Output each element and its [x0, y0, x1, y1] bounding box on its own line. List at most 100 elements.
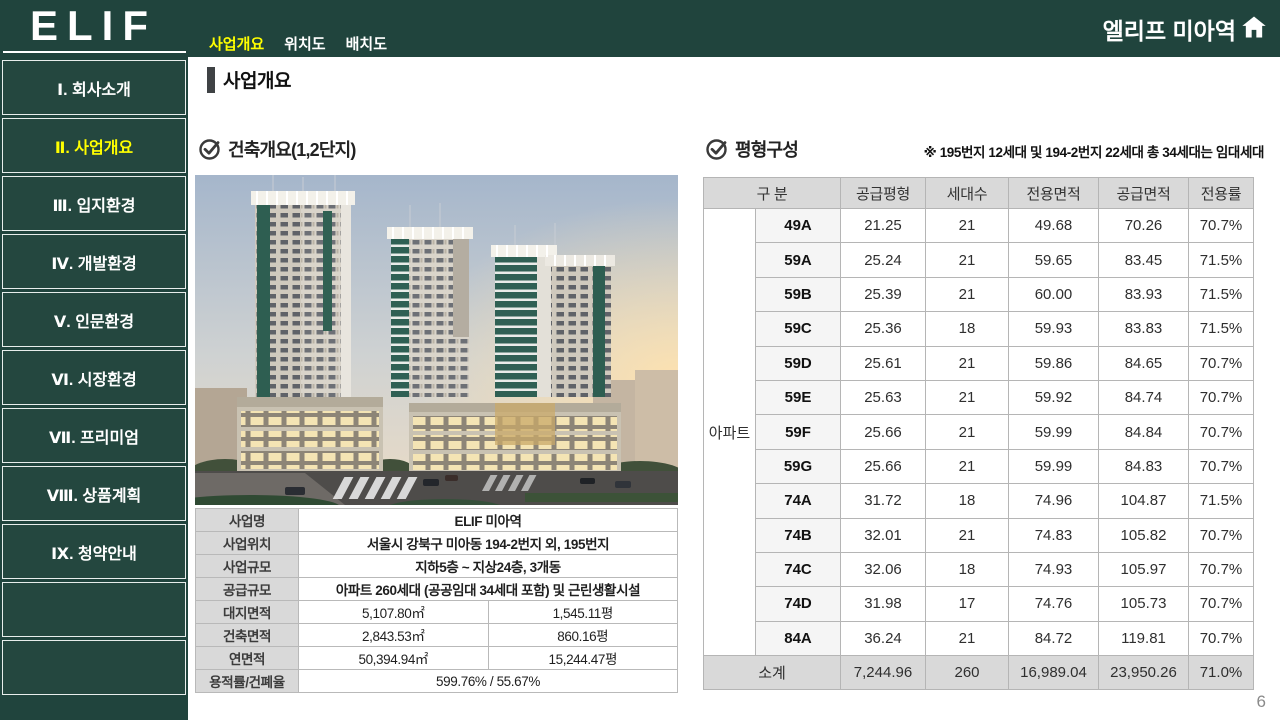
sidebar: Ⅰ. 회사소개Ⅱ. 사업개요Ⅲ. 입지환경Ⅳ. 개발환경Ⅴ. 인문환경Ⅵ. 시장…: [0, 57, 188, 720]
unit-table-row: 84A36.242184.72119.8170.7%: [704, 621, 1254, 655]
heading-bar: [207, 67, 215, 93]
tab-2[interactable]: 위치도: [284, 33, 325, 54]
unit-table-row: 59D25.612159.8684.6570.7%: [704, 346, 1254, 380]
sidebar-item-4[interactable]: Ⅳ. 개발환경: [2, 234, 186, 289]
sidebar-item-3[interactable]: Ⅲ. 입지환경: [2, 176, 186, 231]
building-overview-label: 건축개요(1,2단지): [228, 136, 356, 162]
total-value: 16,989.04: [1009, 656, 1099, 690]
table-header-row: 구 분 공급평형 세대수 전용면적 공급면적 전용률: [704, 178, 1254, 209]
header-bar: ELIF 사업개요 위치도 배치도 엘리프 미아역: [0, 0, 1280, 57]
unit-value-cell: 31.72: [841, 484, 926, 518]
unit-value-cell: 21: [926, 449, 1009, 483]
unit-value-cell: 70.7%: [1189, 380, 1254, 414]
tab-3[interactable]: 배치도: [346, 33, 387, 54]
unit-value-cell: 25.66: [841, 415, 926, 449]
project-info-table: 사업명 ELIF 미아역 사업위치 서울시 강북구 미아동 194-2번지 외,…: [195, 508, 678, 693]
elif-logo: ELIF: [30, 2, 157, 50]
unit-value-cell: 36.24: [841, 621, 926, 655]
unit-type-cell: 59G: [756, 449, 841, 483]
unit-table-row: 59B25.392160.0083.9371.5%: [704, 277, 1254, 311]
unit-value-cell: 59.86: [1009, 346, 1099, 380]
table-row: 용적률/건폐율 599.76% / 55.67%: [196, 670, 678, 693]
unit-value-cell: 59.92: [1009, 380, 1099, 414]
unit-mix-label: 평형구성: [735, 136, 798, 162]
sidebar-item-6[interactable]: Ⅵ. 시장환경: [2, 350, 186, 405]
home-icon[interactable]: [1240, 13, 1268, 41]
unit-value-cell: 71.5%: [1189, 484, 1254, 518]
table-row: 사업명 ELIF 미아역: [196, 509, 678, 532]
total-value: 23,950.26: [1099, 656, 1189, 690]
unit-value-cell: 21: [926, 277, 1009, 311]
project-title: 엘리프 미아역: [1103, 12, 1236, 46]
unit-type-cell: 59B: [756, 277, 841, 311]
top-tab-bar: 사업개요 위치도 배치도: [209, 33, 387, 54]
info-value: 서울시 강북구 미아동 194-2번지 외, 195번지: [299, 532, 678, 555]
building-overview-heading: 건축개요(1,2단지): [199, 136, 356, 162]
unit-value-cell: 74.96: [1009, 484, 1099, 518]
unit-type-cell: 74A: [756, 484, 841, 518]
rental-units-note: ※ 195번지 12세대 및 194-2번지 22세대 총 34세대는 임대세대: [924, 141, 1264, 161]
unit-value-cell: 60.00: [1009, 277, 1099, 311]
page-heading: 사업개요: [207, 66, 291, 93]
info-value: 599.76% / 55.67%: [299, 670, 678, 693]
sidebar-menu: Ⅰ. 회사소개Ⅱ. 사업개요Ⅲ. 입지환경Ⅳ. 개발환경Ⅴ. 인문환경Ⅵ. 시장…: [0, 57, 188, 695]
unit-type-cell: 74B: [756, 518, 841, 552]
info-label: 연면적: [196, 647, 299, 670]
info-label: 대지면적: [196, 601, 299, 624]
unit-value-cell: 31.98: [841, 587, 926, 621]
unit-value-cell: 70.7%: [1189, 346, 1254, 380]
table-row: 대지면적 5,107.80㎡ 1,545.11평: [196, 601, 678, 624]
unit-value-cell: 70.7%: [1189, 449, 1254, 483]
info-label: 건축면적: [196, 624, 299, 647]
sidebar-item-7[interactable]: Ⅶ. 프리미엄: [2, 408, 186, 463]
info-value: 아파트 260세대 (공공임대 34세대 포함) 및 근린생활시설: [299, 578, 678, 601]
unit-value-cell: 84.65: [1099, 346, 1189, 380]
unit-type-cell: 59F: [756, 415, 841, 449]
unit-value-cell: 32.01: [841, 518, 926, 552]
unit-value-cell: 70.7%: [1189, 621, 1254, 655]
unit-value-cell: 32.06: [841, 552, 926, 586]
unit-value-cell: 18: [926, 552, 1009, 586]
info-value-m2: 2,843.53㎡: [299, 624, 489, 647]
unit-value-cell: 25.39: [841, 277, 926, 311]
sidebar-item-5[interactable]: Ⅴ. 인문환경: [2, 292, 186, 347]
unit-value-cell: 104.87: [1099, 484, 1189, 518]
unit-value-cell: 105.97: [1099, 552, 1189, 586]
page-title: 사업개요: [223, 66, 291, 93]
unit-value-cell: 25.24: [841, 243, 926, 277]
unit-value-cell: 21: [926, 346, 1009, 380]
unit-type-cell: 49A: [756, 209, 841, 243]
unit-table-row: 59F25.662159.9984.8470.7%: [704, 415, 1254, 449]
unit-type-cell: 59A: [756, 243, 841, 277]
unit-value-cell: 17: [926, 587, 1009, 621]
unit-type-cell: 59E: [756, 380, 841, 414]
info-label: 공급규모: [196, 578, 299, 601]
unit-value-cell: 83.83: [1099, 312, 1189, 346]
sidebar-item-1[interactable]: Ⅰ. 회사소개: [2, 60, 186, 115]
unit-value-cell: 25.63: [841, 380, 926, 414]
unit-value-cell: 70.7%: [1189, 415, 1254, 449]
col-header: 구 분: [704, 178, 841, 209]
unit-value-cell: 25.66: [841, 449, 926, 483]
sidebar-item-9[interactable]: Ⅸ. 청약안내: [2, 524, 186, 579]
sidebar-item-8[interactable]: Ⅷ. 상품계획: [2, 466, 186, 521]
tab-1[interactable]: 사업개요: [209, 33, 264, 54]
sidebar-item-empty: [2, 582, 186, 637]
col-header: 공급면적: [1099, 178, 1189, 209]
sidebar-item-empty: [2, 640, 186, 695]
unit-value-cell: 21.25: [841, 209, 926, 243]
sidebar-item-2[interactable]: Ⅱ. 사업개요: [2, 118, 186, 173]
info-label: 사업규모: [196, 555, 299, 578]
unit-value-cell: 70.7%: [1189, 209, 1254, 243]
info-label: 사업위치: [196, 532, 299, 555]
unit-value-cell: 18: [926, 484, 1009, 518]
info-value-m2: 50,394.94㎡: [299, 647, 489, 670]
unit-value-cell: 74.93: [1009, 552, 1099, 586]
table-row: 공급규모 아파트 260세대 (공공임대 34세대 포함) 및 근린생활시설: [196, 578, 678, 601]
unit-value-cell: 71.5%: [1189, 277, 1254, 311]
unit-value-cell: 25.61: [841, 346, 926, 380]
unit-value-cell: 71.5%: [1189, 312, 1254, 346]
unit-value-cell: 119.81: [1099, 621, 1189, 655]
unit-value-cell: 70.26: [1099, 209, 1189, 243]
unit-table-row: 59G25.662159.9984.8370.7%: [704, 449, 1254, 483]
